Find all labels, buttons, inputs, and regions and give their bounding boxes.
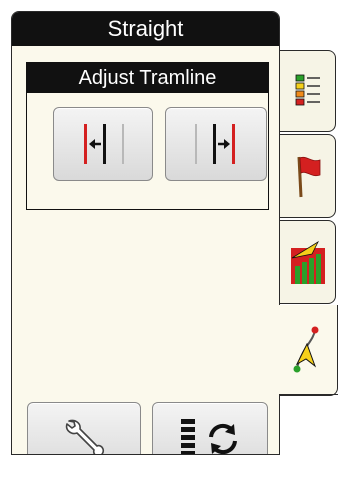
group-title: Adjust Tramline bbox=[27, 63, 268, 93]
tab-list[interactable] bbox=[280, 50, 336, 132]
wrench-icon bbox=[65, 419, 105, 454]
tab-field-chart[interactable] bbox=[280, 220, 336, 304]
shift-left-icon bbox=[84, 124, 124, 164]
field-chart-icon bbox=[290, 240, 325, 284]
tab-guidance[interactable] bbox=[279, 308, 335, 392]
shift-tramline-right-button[interactable] bbox=[165, 107, 267, 181]
guidance-path-icon bbox=[293, 326, 319, 373]
settings-button[interactable] bbox=[27, 402, 141, 454]
list-icon bbox=[295, 74, 320, 106]
shift-right-icon bbox=[195, 124, 235, 164]
shift-tramline-left-button[interactable] bbox=[53, 107, 153, 181]
panel-title: Straight bbox=[12, 12, 279, 46]
cycle-tramline-button[interactable] bbox=[152, 402, 268, 454]
tab-flag[interactable] bbox=[280, 134, 336, 218]
tab-bottom-edge bbox=[279, 394, 338, 395]
cycle-tramline-icon bbox=[181, 419, 237, 454]
guidance-panel: Straight Adjust Tramline bbox=[11, 11, 280, 455]
adjust-tramline-group: Adjust Tramline bbox=[26, 62, 269, 210]
flag-icon bbox=[297, 156, 320, 198]
